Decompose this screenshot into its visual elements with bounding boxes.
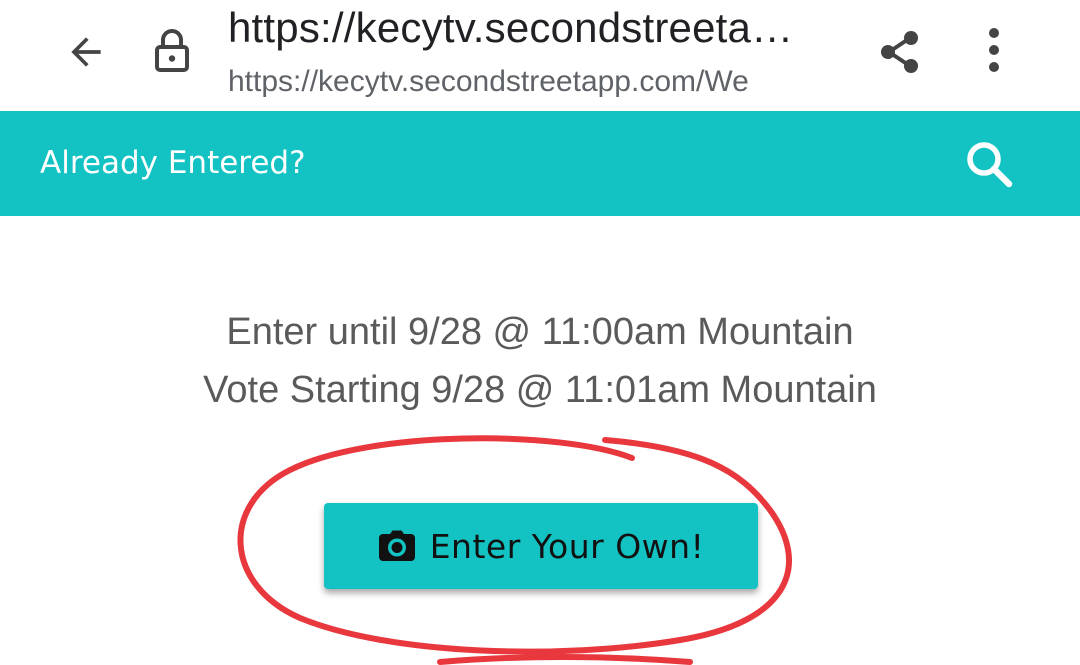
- share-icon: [881, 31, 918, 73]
- arrow-back-icon: [71, 37, 101, 67]
- share-button[interactable]: [872, 24, 928, 80]
- enter-until-text: Enter until 9/28 @ 11:00am Mountain: [226, 311, 854, 353]
- search-icon: [967, 142, 1013, 188]
- enter-button-label: Enter Your Own!: [429, 526, 705, 566]
- enter-your-own-button[interactable]: Enter Your Own!: [324, 503, 758, 589]
- camera-icon: [378, 530, 416, 562]
- vote-starting-text: Vote Starting 9/28 @ 11:01am Mountain: [203, 369, 877, 411]
- more-vert-icon: [989, 28, 999, 72]
- address-bar[interactable]: https://kecytv.secondstreeta… https://ke…: [228, 2, 848, 102]
- search-button[interactable]: [960, 137, 1020, 193]
- back-button[interactable]: [58, 24, 114, 80]
- page: https://kecytv.secondstreeta… https://ke…: [0, 0, 1080, 665]
- page-title: https://kecytv.secondstreeta…: [228, 4, 794, 51]
- site-header: Already Entered?: [0, 111, 1080, 216]
- contest-dates: Enter until 9/28 @ 11:00am Mountain Vote…: [0, 303, 1080, 419]
- browser-toolbar: https://kecytv.secondstreeta… https://ke…: [0, 0, 1080, 111]
- more-options-button[interactable]: [966, 22, 1022, 78]
- already-entered-link[interactable]: Already Entered?: [40, 141, 306, 185]
- page-url: https://kecytv.secondstreetapp.com/We: [228, 65, 749, 98]
- lock-icon[interactable]: [148, 24, 196, 76]
